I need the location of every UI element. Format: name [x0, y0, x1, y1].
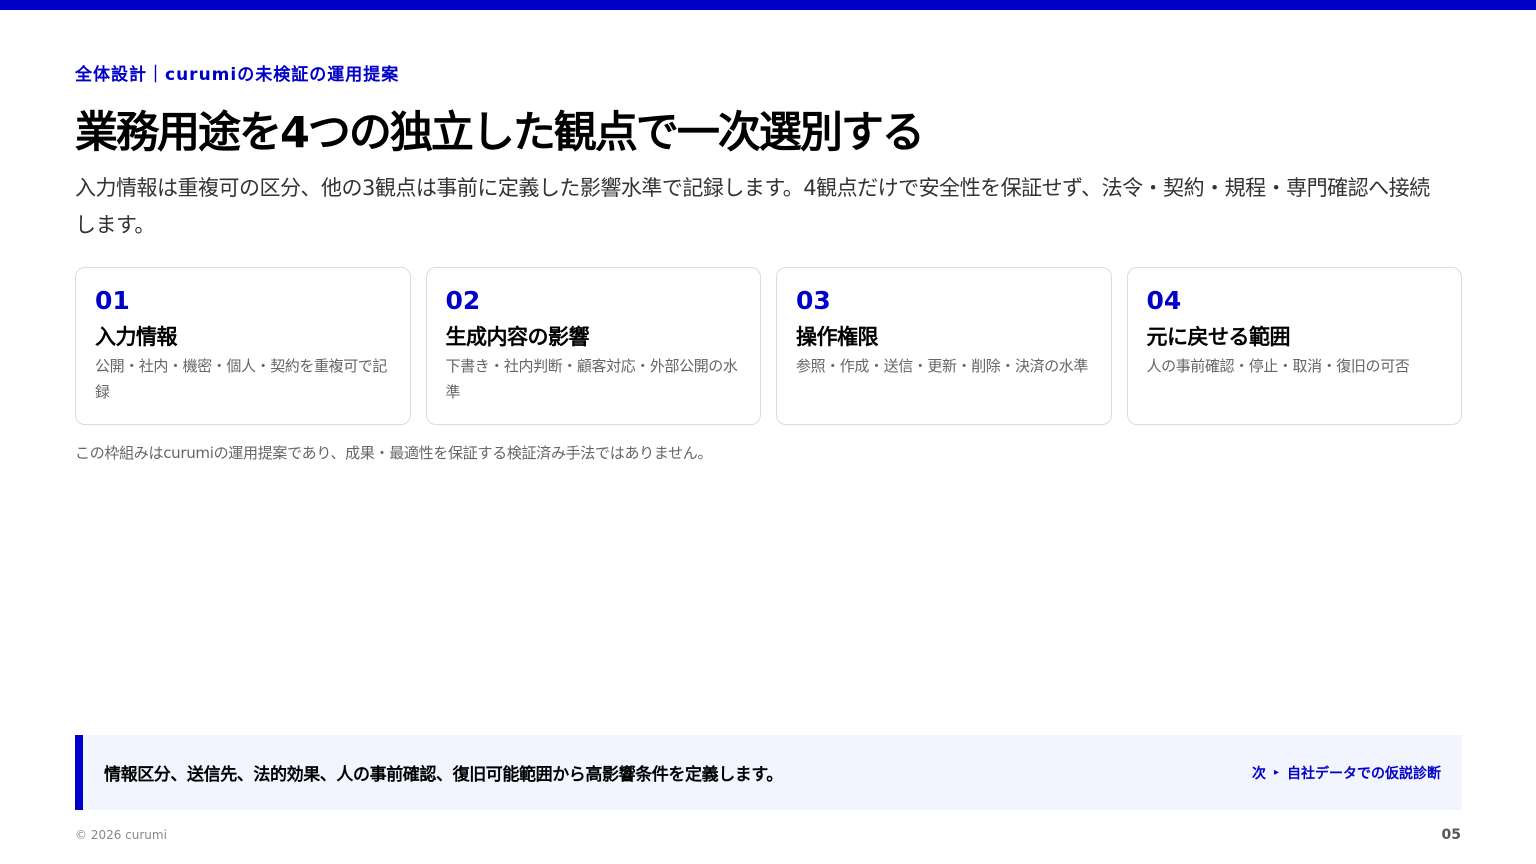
- lead-paragraph: 入力情報は重複可の区分、他の3観点は事前に定義した影響水準で記録します。4観点だ…: [75, 176, 1430, 237]
- card-description: 参照・作成・送信・更新・削除・決済の水準: [796, 357, 1089, 375]
- copyright: © 2026 curumi: [75, 828, 167, 842]
- card-description: 公開・社内・機密・個人・契約を重複可で記録: [95, 357, 388, 401]
- section-eyebrow: 全体設計｜curumiの未検証の運用提案: [75, 65, 400, 85]
- next-section-link[interactable]: 次 ▸ 自社データでの仮説診断: [1252, 763, 1441, 783]
- summary-callout: 情報区分、送信先、法的効果、人の事前確認、復旧可能範囲から高影響条件を定義します…: [75, 735, 1462, 810]
- top-accent-bar: [0, 0, 1536, 10]
- perspective-card-02: 02 生成内容の影響 下書き・社内判断・顧客対応・外部公開の水準: [425, 267, 761, 425]
- card-title: 生成内容の影響: [445, 325, 590, 349]
- arrow-right-icon: ▸: [1273, 767, 1279, 778]
- next-prefix: 次: [1251, 765, 1266, 782]
- card-number: 02: [445, 286, 481, 315]
- card-description: 人の事前確認・停止・取消・復旧の可否: [1146, 357, 1410, 375]
- card-description: 下書き・社内判断・顧客対応・外部公開の水準: [445, 357, 738, 401]
- card-number: 01: [95, 286, 130, 315]
- card-number: 03: [796, 286, 831, 315]
- next-label: 自社データでの仮説診断: [1287, 765, 1441, 782]
- card-title: 入力情報: [95, 325, 177, 349]
- page-number: 05: [1441, 827, 1461, 843]
- callout-text: 情報区分、送信先、法的効果、人の事前確認、復旧可能範囲から高影響条件を定義します…: [104, 765, 783, 785]
- page-title: 業務用途を4つの独立した観点で一次選別する: [75, 108, 925, 158]
- card-number: 04: [1146, 286, 1182, 315]
- disclaimer-note: この枠組みはcurumiの運用提案であり、成果・最適性を保証する検証済み手法では…: [75, 444, 713, 462]
- card-title: 操作権限: [796, 325, 878, 349]
- perspective-card-01: 01 入力情報 公開・社内・機密・個人・契約を重複可で記録: [75, 267, 411, 425]
- card-title: 元に戻せる範囲: [1146, 325, 1291, 349]
- perspective-card-03: 03 操作権限 参照・作成・送信・更新・削除・決済の水準: [776, 267, 1112, 425]
- perspective-cards: 01 入力情報 公開・社内・機密・個人・契約を重複可で記録 02 生成内容の影響…: [75, 267, 1462, 425]
- perspective-card-04: 04 元に戻せる範囲 人の事前確認・停止・取消・復旧の可否: [1126, 267, 1462, 425]
